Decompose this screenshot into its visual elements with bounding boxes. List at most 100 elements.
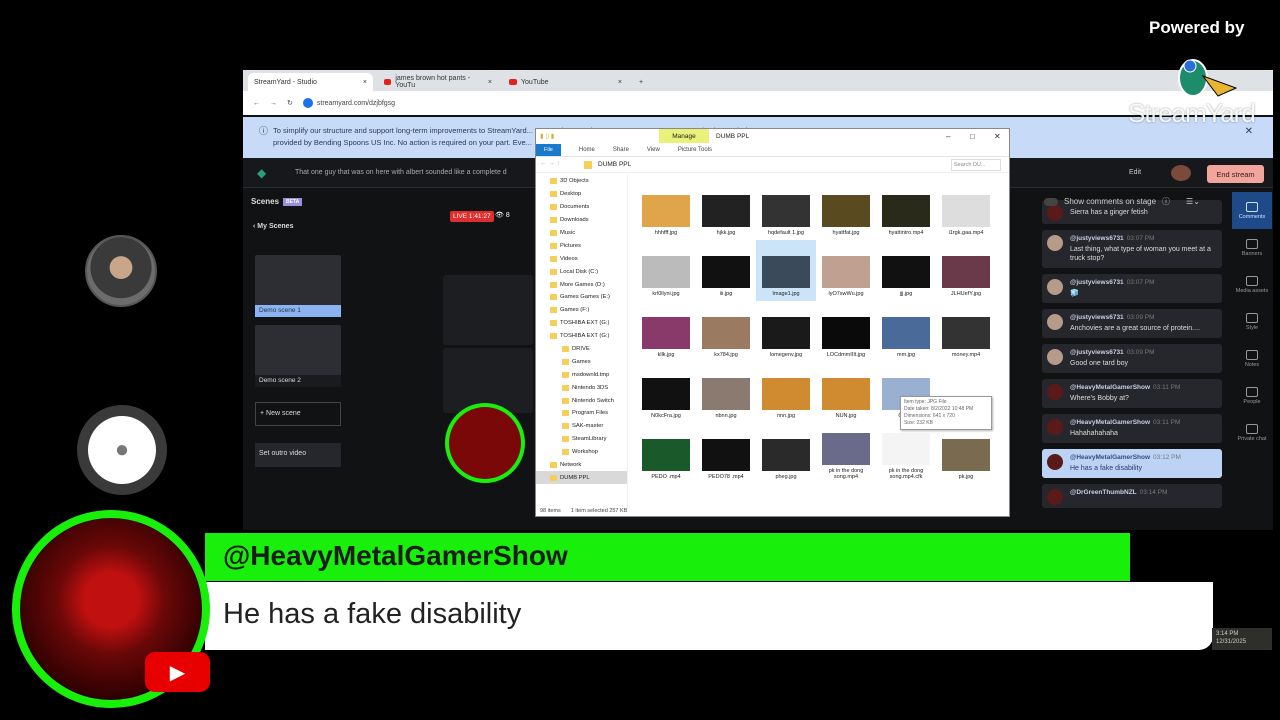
- nav-item[interactable]: Pictures: [536, 239, 627, 252]
- nav-item[interactable]: SAK-master: [536, 420, 627, 433]
- file-item[interactable]: hyattintro.mp4: [876, 179, 936, 240]
- site-info-icon[interactable]: [302, 98, 313, 108]
- ribbon-tab-view[interactable]: View: [647, 147, 660, 153]
- comment-item[interactable]: @HeavyMetalGamerShow 03:11 PM Hahahahahaha: [1042, 414, 1222, 443]
- address-path[interactable]: ← → ↑ DUMB PPL Search DU...: [536, 157, 1009, 173]
- file-item[interactable]: pk.jpg: [936, 423, 996, 484]
- file-item[interactable]: nbnn.jpg: [696, 362, 756, 423]
- file-item[interactable]: lyO7swWu.jpg: [816, 240, 876, 301]
- ribbon-tab-picture-tools[interactable]: Picture Tools: [678, 147, 712, 153]
- sidebar-private-chat[interactable]: Private chat: [1232, 414, 1272, 451]
- close-icon[interactable]: ✕: [994, 132, 1001, 141]
- comment-item[interactable]: @HeavyMetalGamerShow 03:12 PM He has a fak…: [1042, 449, 1222, 478]
- file-item[interactable]: hqdefault 1.jpg: [756, 179, 816, 240]
- nav-item[interactable]: Music: [536, 227, 627, 240]
- nav-item[interactable]: Program Files: [536, 407, 627, 420]
- file-item[interactable]: hyattfat.jpg: [816, 179, 876, 240]
- sidebar-people[interactable]: People: [1232, 377, 1272, 414]
- maximize-icon[interactable]: □: [970, 132, 975, 141]
- file-item[interactable]: kx784.jpg: [696, 301, 756, 362]
- end-stream-button[interactable]: End stream: [1207, 165, 1264, 183]
- help-icon[interactable]: ⓘ: [1162, 196, 1170, 207]
- tab-youtube-video[interactable]: james brown hot pants - YouTu ×: [378, 73, 498, 91]
- comment-item[interactable]: @justyviews6731 03:07 PM 🧊: [1042, 274, 1222, 303]
- file-item[interactable]: LOCdmmIIIt.jpg: [816, 301, 876, 362]
- url-text[interactable]: streamyard.com/dzjbfgsg: [317, 100, 395, 107]
- sidebar-comments[interactable]: Comments: [1232, 192, 1272, 229]
- nav-item[interactable]: TOSHIBA EXT (G:): [536, 330, 627, 343]
- nav-item[interactable]: Network: [536, 459, 627, 472]
- forward-icon[interactable]: →: [270, 100, 277, 107]
- file-item[interactable]: PEDO78 .mp4: [696, 423, 756, 484]
- file-item[interactable]: Image1.jpg: [756, 240, 816, 301]
- search-input[interactable]: Search DU...: [951, 159, 1001, 171]
- nav-arrows-icon[interactable]: ← → ↑: [540, 160, 560, 167]
- close-icon[interactable]: ×: [488, 79, 492, 86]
- nav-item[interactable]: Games (F:): [536, 304, 627, 317]
- sidebar-style[interactable]: Style: [1232, 303, 1272, 340]
- nav-item[interactable]: DUMB PPL: [536, 471, 627, 485]
- file-item[interactable]: pheg.jpg: [756, 423, 816, 484]
- tab-streamyard[interactable]: StreamYard - Studio ×: [248, 73, 373, 91]
- file-item[interactable]: NUN.jpg: [816, 362, 876, 423]
- close-icon[interactable]: ×: [363, 79, 367, 86]
- sidebar-banners[interactable]: Banners: [1232, 229, 1272, 266]
- close-icon[interactable]: ×: [618, 79, 622, 86]
- manage-tab[interactable]: Manage: [659, 129, 709, 143]
- ribbon-tab-share[interactable]: Share: [613, 147, 629, 153]
- ribbon-tab-home[interactable]: Home: [579, 147, 595, 153]
- reload-icon[interactable]: ↻: [287, 99, 293, 107]
- new-tab-button[interactable]: +: [633, 73, 649, 91]
- comment-item[interactable]: @justyviews6731 03:09 PM Good one tard boy: [1042, 344, 1222, 373]
- comment-item[interactable]: @DrGreenThumbNZL 03:14 PM: [1042, 484, 1222, 508]
- nav-item[interactable]: Local Disk (C:): [536, 265, 627, 278]
- file-item[interactable]: PEDO .mp4: [636, 423, 696, 484]
- nav-item[interactable]: Nintendo Switch: [536, 394, 627, 407]
- minimize-icon[interactable]: –: [946, 132, 950, 141]
- set-outro-video-button[interactable]: Set outro video: [255, 443, 341, 467]
- comment-item[interactable]: @justyviews6731 03:07 PM Last thing, what …: [1042, 230, 1222, 268]
- file-item[interactable]: lomegenv.jpg: [756, 301, 816, 362]
- nav-item[interactable]: Workshop: [536, 446, 627, 459]
- nav-item[interactable]: More Games (D:): [536, 278, 627, 291]
- nav-item[interactable]: 3D Objects: [536, 175, 627, 188]
- file-item[interactable]: hjkk.jpg: [696, 179, 756, 240]
- nav-item[interactable]: Games: [536, 355, 627, 368]
- tab-youtube[interactable]: YouTube ×: [503, 73, 628, 91]
- nav-item[interactable]: Nintendo 3DS: [536, 381, 627, 394]
- file-item[interactable]: money.mp4: [936, 301, 996, 362]
- nav-item[interactable]: Downloads: [536, 214, 627, 227]
- nav-item[interactable]: Desktop: [536, 188, 627, 201]
- comment-item[interactable]: @justyviews6731 03:09 PM Anchovies are a g…: [1042, 309, 1222, 338]
- nav-item[interactable]: Videos: [536, 252, 627, 265]
- sidebar-notes[interactable]: Notes: [1232, 340, 1272, 377]
- file-item[interactable]: kllk.jpg: [636, 301, 696, 362]
- nav-item[interactable]: Documents: [536, 201, 627, 214]
- nav-item[interactable]: TOSHIBA EXT (G:): [536, 317, 627, 330]
- file-item[interactable]: N0kcFra.jpg: [636, 362, 696, 423]
- stage-participant-tile[interactable]: [443, 275, 533, 345]
- address-bar[interactable]: ← → ↻ streamyard.com/dzjbfgsg: [243, 91, 1273, 115]
- nav-item[interactable]: SteamLibrary: [536, 433, 627, 446]
- scene-card-1[interactable]: Demo scene 1: [255, 255, 341, 317]
- nav-item[interactable]: Games Games (E:): [536, 291, 627, 304]
- file-item[interactable]: nnn.jpg: [756, 362, 816, 423]
- nav-item[interactable]: msdownld.tmp: [536, 368, 627, 381]
- file-item[interactable]: jjj.jpg: [876, 240, 936, 301]
- my-scenes-back[interactable]: ‹ My Scenes: [253, 223, 293, 230]
- edit-button[interactable]: Edit: [1129, 169, 1141, 176]
- file-item[interactable]: pk in the dong song.mp4.cfk: [876, 423, 936, 484]
- comment-item[interactable]: @HeavyMetalGamerShow 03:11 PM Where's Bobb…: [1042, 379, 1222, 408]
- destination-avatar[interactable]: [1171, 165, 1191, 181]
- back-icon[interactable]: ←: [253, 100, 260, 107]
- filter-icon[interactable]: ☰⌄: [1186, 197, 1200, 206]
- nav-item[interactable]: DRIVE: [536, 343, 627, 356]
- new-scene-button[interactable]: + New scene: [255, 402, 341, 426]
- sidebar-media-assets[interactable]: Media assets: [1232, 266, 1272, 303]
- file-item[interactable]: JLHUefY.jpg: [936, 240, 996, 301]
- ribbon-tab-file[interactable]: File: [536, 143, 561, 156]
- file-item[interactable]: iii.jpg: [696, 240, 756, 301]
- file-item[interactable]: mm.jpg: [876, 301, 936, 362]
- file-item[interactable]: i1rgk.gaa.mp4: [936, 179, 996, 240]
- scene-card-2[interactable]: Demo scene 2: [255, 325, 341, 387]
